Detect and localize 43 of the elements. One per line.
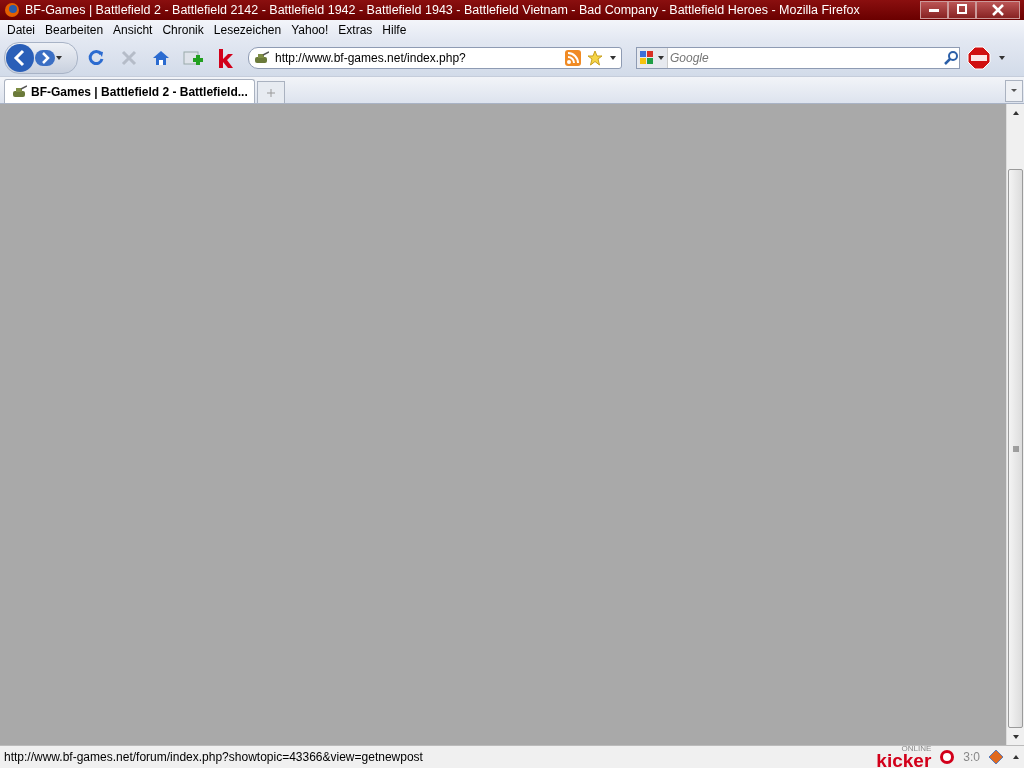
scrollbar-thumb[interactable]: [1008, 169, 1023, 728]
star-icon: [587, 50, 603, 66]
kicker-logo[interactable]: ONLINE kicker: [876, 744, 932, 768]
maximize-button[interactable]: [948, 1, 976, 19]
back-icon: [5, 43, 35, 73]
down-arrow-icon: [1011, 732, 1020, 741]
k-logo-icon: [216, 48, 234, 68]
menu-item[interactable]: Hilfe: [377, 23, 412, 37]
minimize-button[interactable]: [920, 1, 948, 19]
status-text: http://www.bf-games.net/forum/index.php?showtopic=43366&view=getnewpost: [4, 750, 424, 764]
browser-tab[interactable]: BF-Games | Battlefield 2 - Battlefield...: [4, 79, 255, 103]
close-icon: [990, 2, 1006, 18]
stop-icon: [120, 49, 138, 67]
menu-item[interactable]: Extras: [333, 23, 378, 37]
menu-item[interactable]: Datei: [2, 23, 40, 37]
score-text: 3:0: [963, 750, 980, 764]
forward-icon: [35, 47, 55, 69]
adblock-button[interactable]: [966, 45, 992, 71]
stop-sign-icon: [967, 46, 991, 70]
plus-icon: [265, 87, 276, 98]
search-bar[interactable]: Google: [636, 47, 960, 69]
search-icon: [943, 50, 959, 66]
tank-icon: [11, 83, 27, 100]
close-button[interactable]: [976, 1, 1020, 19]
menu-item[interactable]: Lesezeichen: [208, 23, 287, 37]
menu-item[interactable]: Bearbeiten: [40, 23, 109, 37]
reload-icon: [88, 49, 106, 67]
google-logo-icon: [639, 50, 655, 66]
folder-plus-icon: [183, 48, 203, 68]
menu-item[interactable]: Yahoo!: [286, 23, 334, 37]
address-bar[interactable]: http://www.bf-games.net/index.php?: [248, 47, 622, 69]
tank-icon: [253, 50, 269, 66]
window-title: BF-Games | Battlefield 2 - Battlefield 2142 - Battlefield 1942 - Battlefield 1943 - Battlefield Vietnam - Bad Company - Battlefield Heroes - Mozilla Firefox: [25, 3, 861, 17]
rss-icon: [565, 50, 581, 66]
minimize-icon: [929, 8, 939, 12]
menu-item[interactable]: Ansicht: [108, 23, 158, 37]
menu-item[interactable]: Chronik: [157, 23, 209, 37]
up-arrow-icon: [1012, 753, 1020, 761]
scrollbar[interactable]: [1006, 104, 1024, 745]
home-icon: [152, 49, 170, 67]
grip-icon: [1011, 445, 1020, 452]
diamond-icon: [988, 749, 1004, 765]
back-forward-control[interactable]: [4, 42, 78, 74]
